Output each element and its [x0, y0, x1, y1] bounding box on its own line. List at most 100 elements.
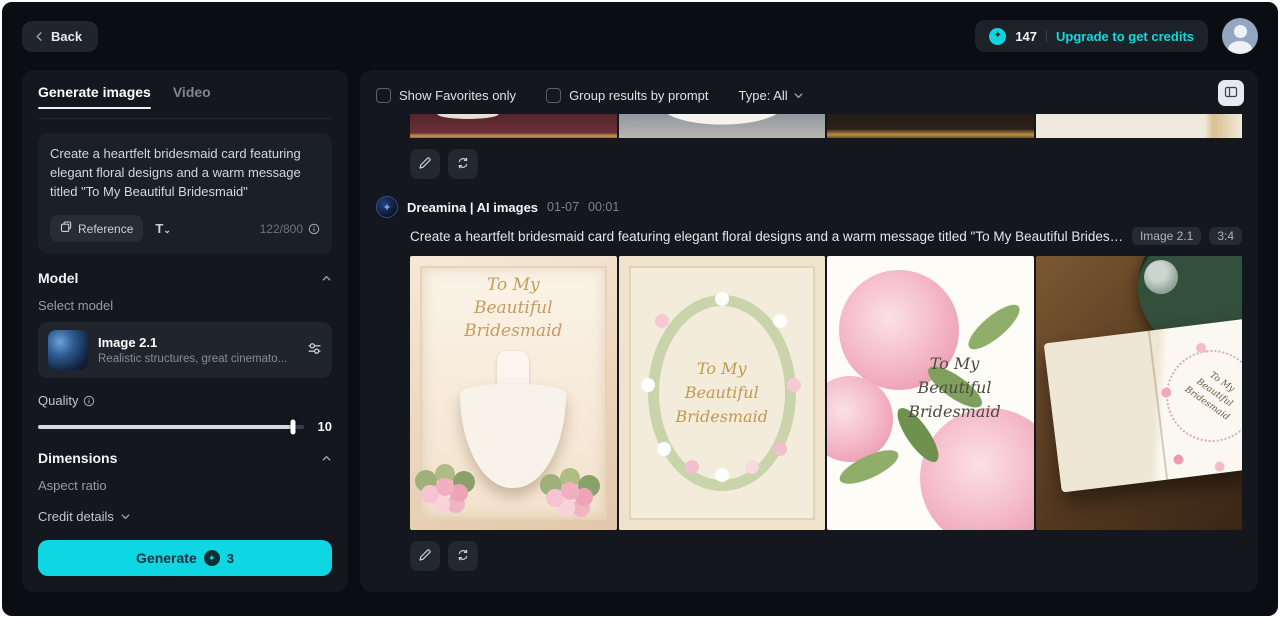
- peony-illustration: [919, 408, 1034, 530]
- user-avatar[interactable]: [1222, 18, 1258, 54]
- credits-count: 147: [1015, 28, 1038, 44]
- panel-layout-icon: [1224, 85, 1238, 102]
- result-image-partial[interactable]: [410, 114, 617, 138]
- generation-sidebar: Generate images Video Create a heartfelt…: [22, 70, 348, 592]
- slider-handle[interactable]: [290, 419, 296, 434]
- model-settings-button[interactable]: [307, 341, 322, 359]
- quality-slider-row: 10: [38, 419, 332, 434]
- generation-date: 01-07: [547, 200, 580, 214]
- card-title: To My Beautiful Bridesmaid: [464, 275, 563, 341]
- aspect-ratio-label: Aspect ratio: [38, 478, 107, 493]
- model-name: Image 2.1: [98, 335, 158, 350]
- regenerate-button[interactable]: [448, 541, 478, 571]
- back-button[interactable]: Back: [22, 20, 99, 52]
- repeat-icon: [456, 156, 470, 173]
- prompt-footer: Reference T⌄ 122/800: [50, 215, 320, 242]
- generated-images-row: To My Beautiful Bridesmaid To My Beautif…: [410, 256, 1242, 530]
- dimensions-section-header[interactable]: Dimensions: [38, 450, 332, 466]
- filter-bar: Show Favorites only Group results by pro…: [376, 82, 1242, 108]
- credit-cost-icon: ✦: [203, 550, 220, 566]
- model-card[interactable]: Image 2.1 Realistic structures, great ci…: [38, 322, 332, 378]
- info-icon: [308, 223, 320, 235]
- tab-generate-images[interactable]: Generate images: [38, 84, 151, 109]
- credit-details-toggle[interactable]: Credit details: [38, 509, 332, 524]
- slider-fill: [38, 424, 294, 429]
- flower-cluster: [436, 478, 454, 496]
- generation-prompt: Create a heartfelt bridesmaid card featu…: [410, 228, 1124, 244]
- model-thumbnail: [48, 330, 88, 370]
- result-image-partial[interactable]: [827, 114, 1034, 138]
- regenerate-button[interactable]: [448, 149, 478, 179]
- model-meta: Image 2.1 Realistic structures, great ci…: [98, 335, 297, 365]
- generation-time: 00:01: [588, 200, 620, 214]
- chevron-down-icon: [793, 90, 804, 101]
- generated-image-3[interactable]: To My Beautiful Bridesmaid: [827, 256, 1034, 530]
- topbar-right: ✦ 147 Upgrade to get credits: [975, 18, 1258, 54]
- favorites-filter[interactable]: Show Favorites only: [376, 87, 517, 103]
- model-section-title: Model: [38, 270, 79, 286]
- group-checkbox[interactable]: [546, 87, 562, 103]
- result-image-partial[interactable]: [1035, 114, 1242, 138]
- quality-label: Quality: [38, 393, 79, 408]
- upgrade-link[interactable]: Upgrade to get credits: [1056, 29, 1194, 44]
- credits-pill[interactable]: ✦ 147 Upgrade to get credits: [975, 20, 1208, 52]
- model-section-header[interactable]: Model: [38, 270, 332, 286]
- prompt-box[interactable]: Create a heartfelt bridesmaid card featu…: [38, 133, 332, 254]
- generate-button[interactable]: Generate ✦ 3: [38, 540, 332, 576]
- previous-results-row: [410, 114, 1242, 138]
- previous-result-actions: [410, 149, 1242, 179]
- edit-button[interactable]: [410, 541, 440, 571]
- divider: [1046, 29, 1048, 43]
- generation-header: ✦ Dreamina | AI images 01-07 00:01: [376, 196, 1242, 218]
- quality-value: 10: [317, 419, 332, 434]
- pencil-icon: [418, 156, 432, 173]
- chevron-up-icon[interactable]: [321, 453, 332, 464]
- char-count-value: 122/800: [259, 221, 303, 236]
- edit-button[interactable]: [410, 149, 440, 179]
- results-panel: Show Favorites only Group results by pro…: [360, 70, 1258, 592]
- quality-row: Quality: [38, 393, 332, 408]
- results-feed: ✦ Dreamina | AI images 01-07 00:01 Creat…: [376, 114, 1242, 571]
- text-style-button[interactable]: T⌄: [151, 217, 175, 240]
- select-model-label: Select model: [38, 298, 114, 313]
- repeat-icon: [456, 548, 470, 565]
- layout-toggle-button[interactable]: [1218, 80, 1244, 106]
- leaf-illustration: [961, 298, 1026, 356]
- sliders-icon: [307, 343, 322, 359]
- favorites-label: Show Favorites only: [399, 87, 517, 103]
- info-icon: [83, 395, 95, 407]
- generated-image-1[interactable]: To My Beautiful Bridesmaid: [410, 256, 617, 530]
- result-image-partial[interactable]: [618, 114, 825, 138]
- char-counter: 122/800: [260, 222, 320, 236]
- peony-illustration: [827, 376, 893, 462]
- generated-image-4[interactable]: To My Beautiful Bridesmaid: [1035, 256, 1242, 530]
- group-filter[interactable]: Group results by prompt: [546, 87, 709, 103]
- topbar: Back ✦ 147 Upgrade to get credits: [2, 2, 1278, 70]
- dimensions-title: Dimensions: [38, 450, 118, 466]
- glass-illustration: [1144, 260, 1178, 294]
- generation-prompt-row: Create a heartfelt bridesmaid card featu…: [410, 227, 1242, 245]
- model-description: Realistic structures, great cinemato...: [98, 353, 288, 365]
- reference-label: Reference: [78, 221, 134, 236]
- type-filter-dropdown[interactable]: Type: All: [739, 88, 804, 103]
- reference-button[interactable]: Reference: [50, 215, 144, 242]
- flower-cluster: [560, 482, 579, 500]
- pencil-icon: [418, 548, 432, 565]
- generation-actions: [410, 541, 1242, 571]
- credit-coin-icon: ✦: [989, 27, 1007, 45]
- chevron-up-icon[interactable]: [321, 273, 332, 284]
- credit-details-label: Credit details: [38, 509, 114, 524]
- app-window: Back ✦ 147 Upgrade to get credits Genera…: [0, 0, 1280, 618]
- sidebar-tabs: Generate images Video: [38, 84, 332, 119]
- generated-image-2[interactable]: To My Beautiful Bridesmaid: [618, 256, 825, 530]
- group-label: Group results by prompt: [569, 87, 709, 103]
- favorites-checkbox[interactable]: [376, 87, 391, 103]
- tab-video[interactable]: Video: [173, 84, 211, 108]
- quality-slider[interactable]: [38, 419, 304, 434]
- content: Generate images Video Create a heartfelt…: [2, 70, 1278, 592]
- generation-source: Dreamina | AI images: [407, 199, 539, 215]
- ratio-badge: 3:4: [1209, 227, 1242, 245]
- generation-timestamp: 01-07 00:01: [547, 200, 619, 214]
- prompt-input[interactable]: Create a heartfelt bridesmaid card featu…: [50, 145, 320, 203]
- back-label: Back: [51, 28, 83, 44]
